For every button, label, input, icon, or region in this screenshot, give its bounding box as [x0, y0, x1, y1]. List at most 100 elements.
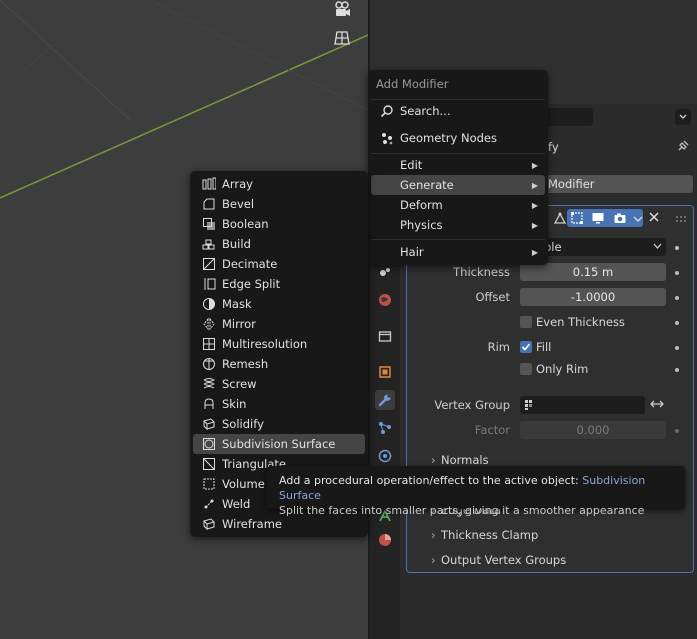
- menu-item-hair[interactable]: Hair ▶: [371, 242, 545, 262]
- vertex-group-field[interactable]: [520, 396, 645, 414]
- menu-item-geometry-nodes[interactable]: Geometry Nodes: [371, 128, 545, 148]
- tab-collection[interactable]: [375, 326, 395, 346]
- vertex-group-label: Vertex Group: [434, 398, 510, 412]
- menu-item-label: Bevel: [222, 197, 255, 211]
- checkmark-icon: [521, 343, 531, 351]
- menu-separator: [371, 153, 545, 154]
- realtime-toggle[interactable]: [591, 211, 605, 228]
- even-thickness-checkbox[interactable]: [520, 316, 532, 328]
- tab-object[interactable]: [375, 362, 395, 382]
- submenu-arrow-icon: ▶: [531, 200, 538, 210]
- menu-item-mask[interactable]: Mask: [193, 294, 365, 314]
- keyframe-dot: [675, 429, 679, 433]
- tab-world[interactable]: [375, 262, 395, 282]
- menu-item-label: Remesh: [222, 357, 269, 371]
- pin-button[interactable]: [676, 139, 692, 155]
- even-thickness-label: Even Thickness: [536, 315, 625, 329]
- menu-item-deform[interactable]: Deform ▶: [371, 195, 545, 215]
- monitor-icon: [592, 213, 604, 224]
- grip-icon: [676, 216, 686, 222]
- arrow-left-right-icon: [650, 400, 664, 408]
- tab-particles[interactable]: [375, 418, 395, 438]
- menu-item-remesh[interactable]: Remesh: [193, 354, 365, 374]
- screw-icon: [200, 377, 218, 391]
- menu-item-label: Mirror: [222, 317, 256, 331]
- menu-item-label: Multiresolution: [222, 337, 308, 351]
- camera-icon: [335, 1, 350, 16]
- output-vertex-groups-panel-header[interactable]: › Output Vertex Groups: [431, 553, 566, 567]
- keyframe-dot[interactable]: [675, 368, 679, 372]
- chevron-down-icon: [633, 216, 643, 222]
- menu-item-solidify[interactable]: Solidify: [193, 414, 365, 434]
- keyframe-dot[interactable]: [675, 271, 679, 275]
- offset-field[interactable]: -1.0000: [520, 288, 666, 306]
- menu-item-boolean[interactable]: Boolean: [193, 214, 365, 234]
- menu-title: Add Modifier: [376, 77, 449, 91]
- menu-item-mirror[interactable]: Mirror: [193, 314, 365, 334]
- edit-mode-toggle[interactable]: [570, 211, 584, 228]
- menu-item-search[interactable]: Search...: [371, 101, 545, 121]
- camera-view-button[interactable]: [333, 0, 357, 24]
- only-rim-checkbox[interactable]: [520, 363, 532, 375]
- drag-handle[interactable]: [675, 212, 687, 222]
- invert-vertex-group-button[interactable]: [649, 398, 665, 412]
- tooltip: Add a procedural operation/effect to the…: [267, 466, 685, 517]
- modifier-menu-dropdown[interactable]: [633, 212, 645, 224]
- boolean-icon: [200, 217, 218, 231]
- menu-item-bevel[interactable]: Bevel: [193, 194, 365, 214]
- menu-item-label: Skin: [222, 397, 247, 411]
- perspective-toggle-button[interactable]: [333, 29, 357, 53]
- normals-panel-header[interactable]: › Normals: [431, 453, 489, 467]
- fill-checkbox[interactable]: [520, 341, 532, 353]
- tab-modifiers[interactable]: [375, 390, 395, 410]
- add-modifier-button[interactable]: Modifier: [542, 175, 693, 193]
- tab-material[interactable]: [375, 530, 395, 550]
- chevron-right-icon: ›: [431, 453, 436, 467]
- particles-icon: [379, 422, 391, 434]
- menu-item-skin[interactable]: Skin: [193, 394, 365, 414]
- thickness-field[interactable]: 0.15 m: [520, 263, 666, 281]
- keyframe-dot[interactable]: [675, 296, 679, 300]
- collection-icon: [378, 331, 392, 342]
- array-icon: [200, 177, 218, 191]
- remove-modifier-button[interactable]: [649, 211, 661, 223]
- search-field[interactable]: [545, 108, 593, 126]
- menu-item-generate[interactable]: Generate ▶: [371, 175, 545, 195]
- chevron-right-icon: ›: [431, 553, 436, 567]
- wireframe-icon: [200, 517, 218, 531]
- keyframe-dot[interactable]: [675, 246, 679, 250]
- add-modifier-menu: Add Modifier Search... Geometry Nodes Ed…: [368, 70, 548, 265]
- menu-item-array[interactable]: Array: [193, 174, 365, 194]
- render-toggle[interactable]: [613, 211, 627, 228]
- keyframe-dot[interactable]: [675, 346, 679, 350]
- scene-icon: [380, 268, 390, 276]
- bevel-icon: [200, 197, 218, 211]
- pin-icon: [678, 140, 689, 151]
- mask-icon: [200, 297, 218, 311]
- menu-item-multiresolution[interactable]: Multiresolution: [193, 334, 365, 354]
- chevron-right-icon: ›: [431, 528, 436, 542]
- close-icon: [649, 212, 659, 222]
- wrench-icon: [378, 394, 391, 407]
- offset-label: Offset: [475, 290, 510, 304]
- display-toggles: [567, 209, 643, 227]
- menu-item-edit[interactable]: Edit ▶: [371, 155, 545, 175]
- edge-split-icon: [200, 277, 218, 291]
- object-icon: [379, 366, 391, 378]
- physics-icon: [378, 449, 392, 463]
- tab-physics[interactable]: [375, 446, 395, 466]
- keyframe-dot[interactable]: [675, 321, 679, 325]
- tab-world-globe[interactable]: [375, 290, 395, 310]
- thickness-label: Thickness: [453, 265, 510, 279]
- menu-item-edge-split[interactable]: Edge Split: [193, 274, 365, 294]
- menu-item-screw[interactable]: Screw: [193, 374, 365, 394]
- menu-item-decimate[interactable]: Decimate: [193, 254, 365, 274]
- menu-item-subdivision-surface[interactable]: Subdivision Surface: [193, 434, 365, 454]
- thickness-clamp-panel-header[interactable]: › Thickness Clamp: [431, 528, 538, 542]
- solidify-icon: [200, 417, 218, 431]
- mirror-icon: [200, 317, 218, 331]
- triangulate-icon: [200, 457, 218, 471]
- menu-item-build[interactable]: Build: [193, 234, 365, 254]
- menu-item-physics[interactable]: Physics ▶: [371, 215, 545, 235]
- options-dropdown[interactable]: [675, 109, 691, 125]
